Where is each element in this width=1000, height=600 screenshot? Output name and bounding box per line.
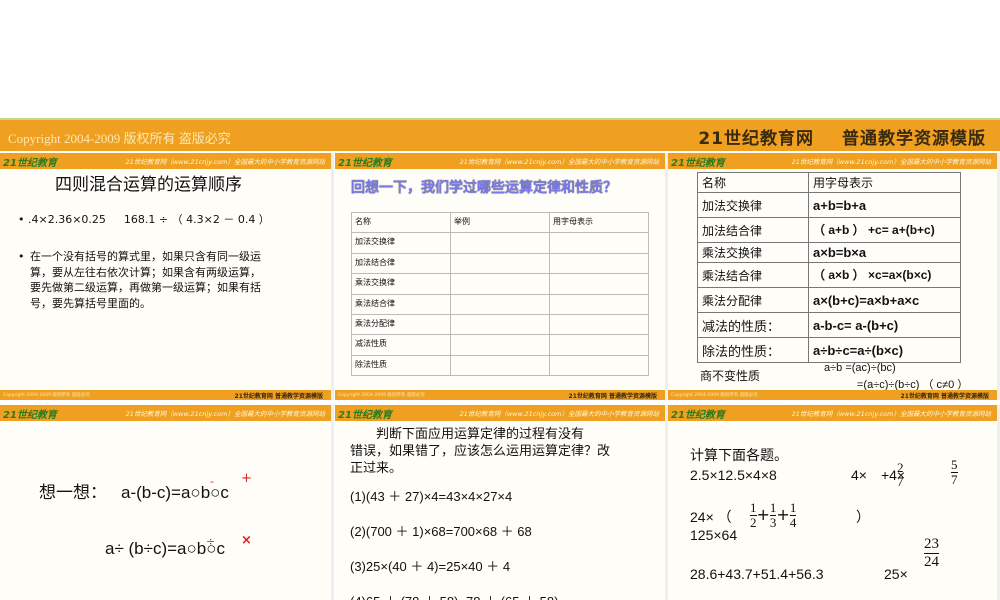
laws-table: 名称 举例 用字母表示 加法交换律 加法结合律 乘法交换律 乘法结合律 乘法分配律 … — [351, 211, 649, 377]
slide-thumbnail-2[interactable]: 21世纪教育 21世纪教育网（www.21cnjy.com）全国最大的中小学教育资… — [335, 153, 668, 400]
exercise-item: (1)(43 ＋ 27)×4=43×4×27×4 — [350, 489, 513, 504]
fraction: 57 — [951, 457, 958, 487]
red-mark: ÷ — [206, 535, 216, 548]
template-header-bar: Copyright 2004-2009 版权所有 盗版必究 21世纪教育网 普通教… — [0, 118, 1000, 151]
fraction: 23 24 — [924, 536, 939, 570]
bullet: • 在一个没有括号的算式里，如果只含有同一级运 算，要从左往右依次计算；如果含有两… — [18, 250, 261, 310]
logo: 21世纪教育 — [3, 158, 57, 169]
copyright-text: Copyright 2004-2009 版权所有 盗版必究 — [8, 131, 231, 146]
slide-thumbnail-4[interactable]: 21世纪教育 21世纪教育网（www.21cnjy.com）全国最大的中小学教育资… — [0, 405, 334, 600]
slide-thumbnail-3[interactable]: 21世纪教育 21世纪教育网（www.21cnjy.com）全国最大的中小学教育资… — [668, 153, 1000, 400]
exercise-item: (3)25×(40 ＋ 4)=25×40 ＋ 4 — [350, 559, 511, 574]
red-mark: + — [241, 471, 252, 486]
exercise-item: (4)65 ＋ (78 ＋ 58)=78 ＋ (65 ＋ 58) — [350, 584, 558, 600]
formula-table: 名称 用字母表示 加法交换律 a+b=b+a 加法结合律（ a+b ） +c= a+… — [697, 172, 961, 363]
slide-title: 四则混合运算的运算顺序 — [55, 175, 242, 195]
brand-text: 21世纪教育网 普通教学资源模版 — [698, 129, 986, 149]
slide-title: 回想一下，我们学过哪些运算定律和性质？ — [351, 180, 617, 196]
red-mark: × — [241, 533, 252, 548]
slide-thumbnail-5[interactable]: 21世纪教育 21世纪教育网（www.21cnjy.com）全国最大的中小学教育资… — [335, 405, 668, 600]
fraction: 27 — [897, 460, 904, 489]
slide-thumbnail-6[interactable]: 21世纪教育 21世纪教育网（www.21cnjy.com）全国最大的中小学教育资… — [668, 405, 1000, 600]
slide-header: 21世纪教育 21世纪教育网（www.21cnjy.com）全国最大的中小学教育资… — [0, 153, 331, 169]
exercise-item: (2)(700 ＋ 1)×68=700×68 ＋ 68 — [350, 524, 532, 539]
slide-thumbnail-1[interactable]: 21世纪教育 21世纪教育网（www.21cnjy.com）全国最大的中小学教育资… — [0, 153, 334, 400]
red-mark: - — [210, 475, 214, 488]
bullet: • .4×2.36×0.25 168.1 ÷ （ 4.3×2 － 0.4 ） — [18, 213, 270, 226]
